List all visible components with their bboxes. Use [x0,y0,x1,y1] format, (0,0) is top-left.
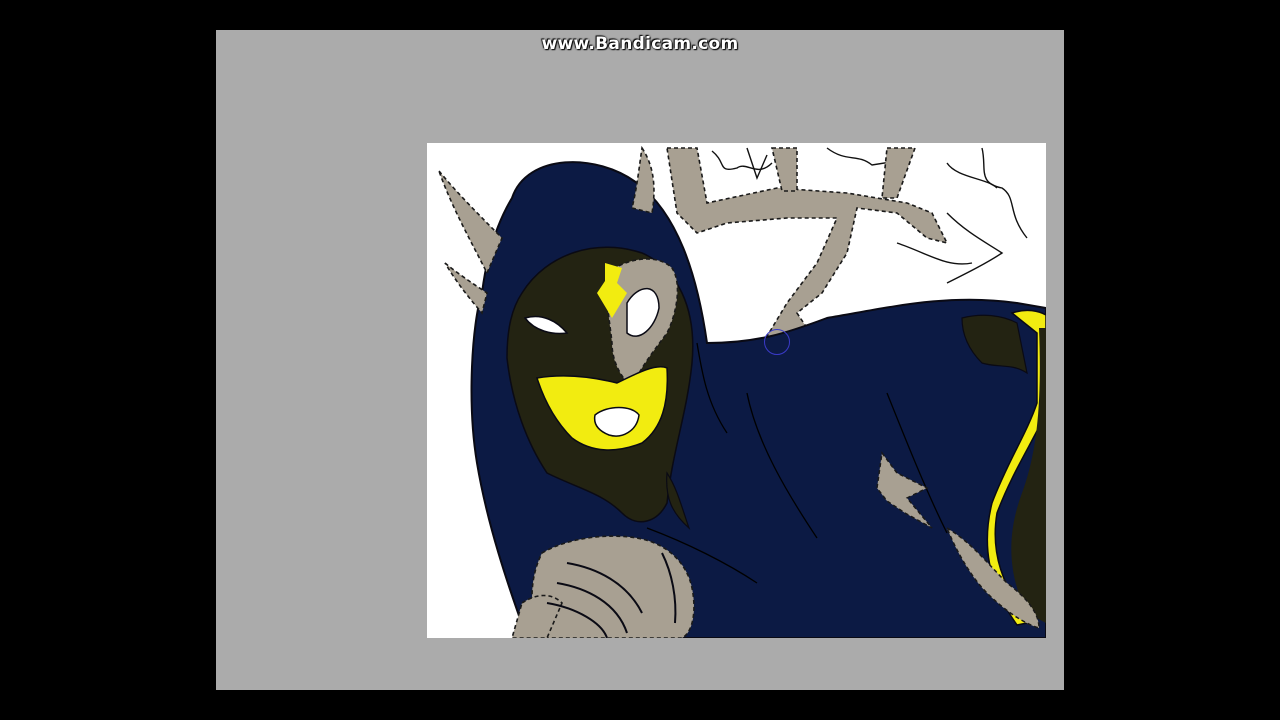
artwork [438,145,1046,638]
drawing-canvas[interactable] [427,143,1046,638]
circle-brush-cursor-icon [764,329,790,355]
bandicam-watermark: www.Bandicam.com [541,34,739,54]
paint-workspace: www.Bandicam.com [216,30,1064,690]
